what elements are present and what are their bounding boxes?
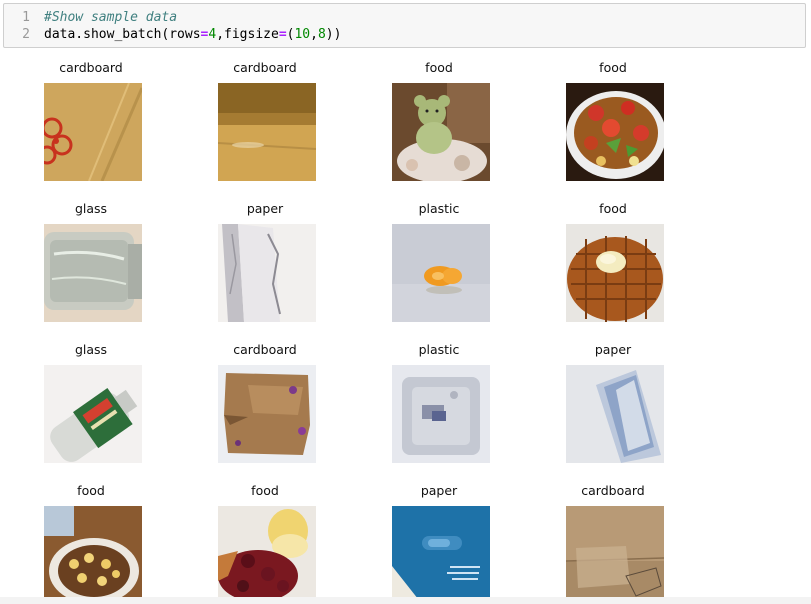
- batch-label: cardboard: [233, 60, 297, 75]
- plastic-tray-photo: [392, 365, 490, 463]
- code-comma: ,: [310, 27, 318, 42]
- batch-label: food: [599, 201, 627, 216]
- scroll-edge: [0, 597, 811, 604]
- batch-label: plastic: [418, 201, 460, 216]
- blue-paper-box-photo: [392, 506, 490, 604]
- cardboard-box-flap-photo: [218, 83, 316, 181]
- granola-plate-photo: [44, 506, 142, 604]
- glass-jar-photo: [44, 224, 142, 322]
- batch-label: glass: [74, 201, 108, 216]
- cardboard-tape-photo: [566, 506, 664, 604]
- batch-label: cardboard: [233, 342, 297, 357]
- code-line-2: 2 data.show_batch(rows=4,figsize=(10,8)): [4, 26, 341, 43]
- cardboard-spiral-logo-photo: [44, 83, 142, 181]
- crumpled-paper-photo: [218, 224, 316, 322]
- teddy-bear-plate-photo: [392, 83, 490, 181]
- batch-label: food: [77, 483, 105, 498]
- batch-label: cardboard: [581, 483, 645, 498]
- batch-label: paper: [246, 201, 284, 216]
- salad-strawberries-photo: [566, 83, 664, 181]
- batch-label: paper: [594, 342, 632, 357]
- code-number: 10: [294, 27, 311, 42]
- code-comment: #Show sample data: [44, 10, 178, 25]
- cake-cherries-photo: [218, 506, 316, 604]
- batch-label: plastic: [418, 342, 460, 357]
- torn-cardboard-photo: [218, 365, 316, 463]
- code-number: 8: [317, 27, 326, 42]
- batch-label: cardboard: [59, 60, 123, 75]
- orange-bottle-cap-photo: [392, 224, 490, 322]
- line-number: 2: [22, 27, 30, 42]
- code-cell[interactable]: 1 #Show sample data 2 data.show_batch(rows…: [3, 3, 806, 48]
- batch-label: paper: [420, 483, 458, 498]
- batch-output: cardboard cardboard food food glass pape…: [0, 55, 811, 604]
- line-number: 1: [22, 10, 30, 25]
- code-paren: )): [325, 27, 342, 42]
- waffle-butter-photo: [566, 224, 664, 322]
- batch-label: food: [425, 60, 453, 75]
- glass-bottle-green-label-photo: [44, 365, 142, 463]
- code-arg: ,figsize: [216, 27, 279, 42]
- code-operator: =: [278, 27, 287, 42]
- batch-label: glass: [74, 342, 108, 357]
- notebook-page: 1 #Show sample data 2 data.show_batch(rows…: [0, 0, 811, 604]
- code-call: data.show_batch(rows: [44, 27, 201, 42]
- folded-paper-photo: [566, 365, 664, 463]
- batch-label: food: [251, 483, 279, 498]
- code-line-1: 1 #Show sample data: [4, 9, 177, 26]
- batch-label: food: [599, 60, 627, 75]
